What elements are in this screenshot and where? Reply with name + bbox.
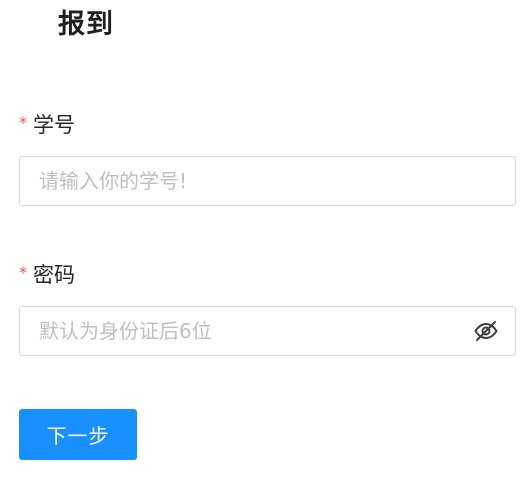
required-mark: * (19, 113, 27, 132)
eye-invisible-icon[interactable] (471, 316, 501, 346)
password-label-text: 密码 (33, 263, 75, 287)
required-mark: * (19, 263, 27, 282)
next-step-button[interactable]: 下一步 (19, 409, 137, 460)
student-id-field[interactable] (19, 156, 516, 206)
password-field[interactable] (19, 306, 516, 356)
password-label: * 密码 (19, 261, 75, 289)
checkin-page: 报到 * 学号 * 密码 下一步 (0, 0, 526, 484)
page-title: 报到 (58, 9, 114, 40)
student-id-input[interactable] (20, 157, 515, 205)
password-input[interactable] (20, 307, 471, 355)
student-id-label-text: 学号 (33, 113, 75, 137)
student-id-label: * 学号 (19, 111, 75, 139)
